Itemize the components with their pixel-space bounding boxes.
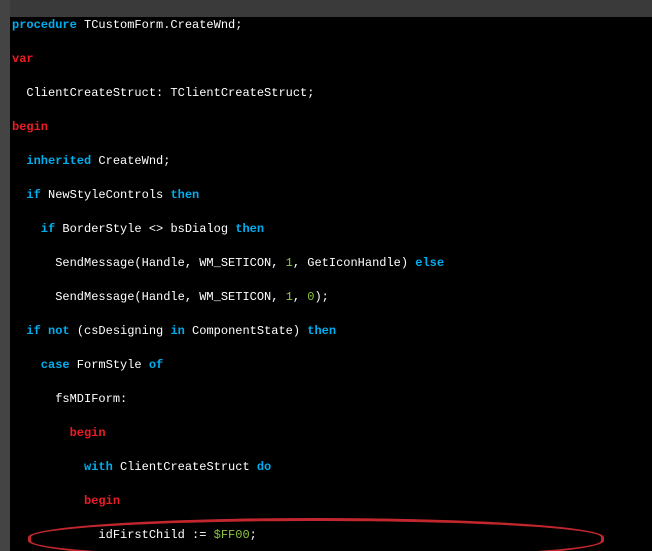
gutter bbox=[0, 0, 10, 551]
code-line: procedure TCustomForm.CreateWnd; bbox=[12, 17, 588, 34]
code-line: if NewStyleControls then bbox=[12, 187, 588, 204]
code-area[interactable]: procedure TCustomForm.CreateWnd; var Cli… bbox=[12, 0, 588, 551]
code-line: if BorderStyle <> bsDialog then bbox=[12, 221, 588, 238]
code-line: idFirstChild := $FF00; bbox=[12, 527, 588, 544]
code-line: case FormStyle of bbox=[12, 357, 588, 374]
code-line: if not (csDesigning in ComponentState) t… bbox=[12, 323, 588, 340]
code-line: SendMessage(Handle, WM_SETICON, 1, GetIc… bbox=[12, 255, 588, 272]
code-line: SendMessage(Handle, WM_SETICON, 1, 0); bbox=[12, 289, 588, 306]
code-line: inherited CreateWnd; bbox=[12, 153, 588, 170]
code-line: begin bbox=[12, 119, 588, 136]
code-line: with ClientCreateStruct do bbox=[12, 459, 588, 476]
code-line: begin bbox=[12, 493, 588, 510]
code-line: begin bbox=[12, 425, 588, 442]
code-editor[interactable]: procedure TCustomForm.CreateWnd; var Cli… bbox=[0, 0, 652, 551]
code-line: fsMDIForm: bbox=[12, 391, 588, 408]
code-line: var bbox=[12, 51, 588, 68]
code-line: ClientCreateStruct: TClientCreateStruct; bbox=[12, 85, 588, 102]
